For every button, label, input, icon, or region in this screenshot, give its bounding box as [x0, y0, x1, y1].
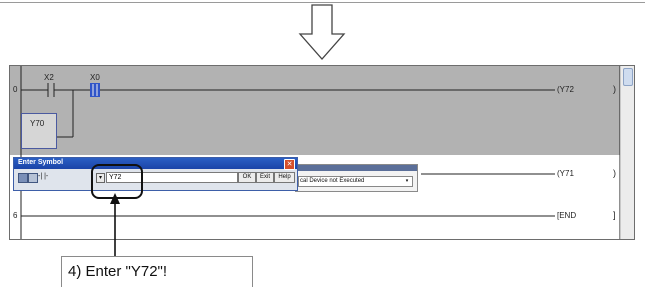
callout-text: 4) Enter "Y72"! — [68, 263, 168, 280]
instruction-callout: 4) Enter "Y72"! — [61, 256, 253, 287]
pointer-arrow — [110, 193, 120, 256]
